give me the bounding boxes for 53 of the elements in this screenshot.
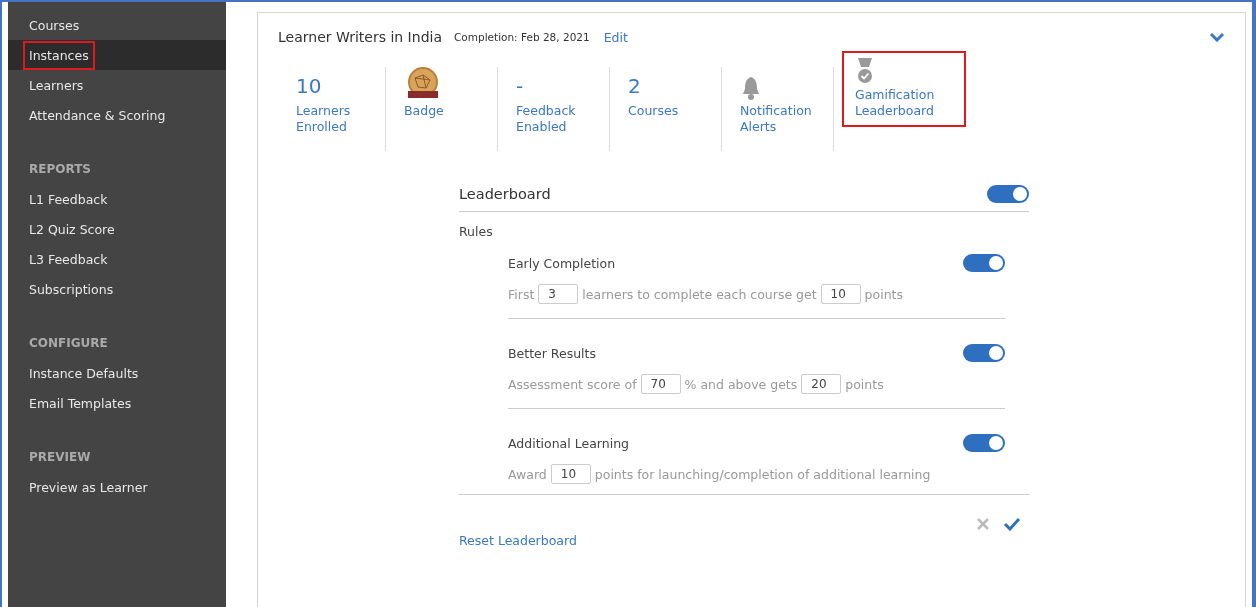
leaderboard-title: Leaderboard bbox=[459, 186, 551, 202]
toggle-switch[interactable] bbox=[963, 254, 1005, 272]
sidebar-item[interactable]: L1 Feedback bbox=[23, 184, 114, 214]
sidebar-item[interactable]: Learners bbox=[23, 70, 90, 100]
rule-text: % and above gets bbox=[684, 376, 798, 392]
sidebar-item[interactable]: Instance Defaults bbox=[23, 358, 145, 388]
stat-link[interactable]: Gamification Leaderboard bbox=[855, 87, 935, 119]
number-field[interactable]: 10 bbox=[820, 284, 861, 304]
medal-icon bbox=[855, 57, 875, 85]
toggle-switch[interactable] bbox=[987, 185, 1029, 203]
number-field[interactable]: 3 bbox=[538, 284, 579, 304]
sidebar-item[interactable]: L2 Quiz Score bbox=[23, 214, 121, 244]
sidebar-item[interactable]: Attendance & Scoring bbox=[23, 100, 172, 130]
rule-text: Award bbox=[508, 466, 547, 482]
section-heading: CONFIGURE bbox=[28, 335, 109, 352]
stat-link[interactable]: Notification Alerts bbox=[740, 103, 812, 135]
rule-title: Additional Learning bbox=[508, 435, 629, 451]
sidebar-item[interactable]: Instances bbox=[23, 40, 95, 70]
chevron-icon[interactable] bbox=[1209, 32, 1225, 42]
sidebar-item[interactable]: Email Templates bbox=[23, 388, 138, 418]
edit-link[interactable]: Edit bbox=[603, 29, 628, 45]
stat-value: - bbox=[516, 73, 525, 100]
sidebar-item[interactable]: L3 Feedback bbox=[23, 244, 114, 274]
rule-text: points bbox=[845, 376, 884, 392]
stat-link[interactable]: Badge bbox=[404, 103, 444, 119]
stat-value: 10 bbox=[296, 73, 323, 100]
stat-link[interactable]: Courses bbox=[628, 103, 679, 119]
rule-title: Early Completion bbox=[508, 255, 616, 271]
toggle-switch[interactable] bbox=[963, 344, 1005, 362]
rule-text: Assessment score of bbox=[508, 376, 637, 392]
checkmark-icon[interactable] bbox=[1003, 517, 1021, 531]
instance-title: Learner Writers in India bbox=[278, 29, 442, 45]
toggle-switch[interactable] bbox=[963, 434, 1005, 452]
stat-link[interactable]: Learners Enrolled bbox=[296, 103, 351, 135]
rule-text: First bbox=[508, 286, 535, 302]
section-heading: REPORTS bbox=[28, 161, 92, 178]
sidebar-item[interactable]: Subscriptions bbox=[23, 274, 120, 304]
rule-text: learners to complete each course get bbox=[582, 286, 817, 302]
completion-date: Completion: Feb 28, 2021 bbox=[454, 31, 590, 43]
rules-label: Rules bbox=[459, 223, 494, 241]
bell-icon bbox=[740, 75, 762, 101]
number-field[interactable]: 10 bbox=[550, 464, 591, 484]
stat-link[interactable]: Feedback Enabled bbox=[516, 103, 576, 135]
number-field[interactable]: 20 bbox=[801, 374, 842, 394]
sidebar-item[interactable]: Courses bbox=[23, 10, 86, 40]
sidebar-item[interactable]: Preview as Learner bbox=[23, 472, 154, 502]
number-field[interactable]: 70 bbox=[640, 374, 681, 394]
reset-link[interactable]: Reset Leaderboard bbox=[459, 533, 577, 548]
rule-text: points bbox=[864, 286, 903, 302]
rule-text: points for launching/completion of additional learning bbox=[594, 466, 931, 482]
rule-title: Better Results bbox=[508, 345, 596, 361]
stat-value: 2 bbox=[628, 73, 642, 100]
section-heading: PREVIEW bbox=[28, 449, 92, 466]
